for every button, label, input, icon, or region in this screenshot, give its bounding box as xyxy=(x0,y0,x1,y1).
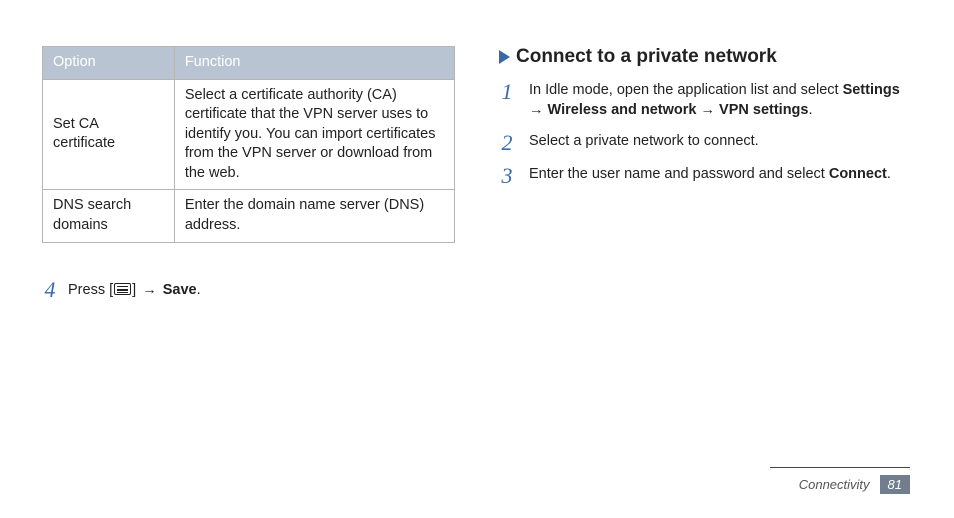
step-body: In Idle mode, open the application list … xyxy=(529,80,912,121)
table-row: DNS search domains Enter the domain name… xyxy=(43,190,455,242)
text: . xyxy=(197,282,201,298)
section-name: Connectivity xyxy=(799,477,870,492)
bold-text: Wireless and network xyxy=(548,102,697,118)
bold-text: Connect xyxy=(829,166,887,182)
table-header-row: Option Function xyxy=(43,47,455,80)
step-body: Select a private network to connect. xyxy=(529,131,912,151)
page-footer: Connectivity 81 xyxy=(799,475,910,494)
options-table: Option Function Set CA certificate Selec… xyxy=(42,46,455,243)
step-4: 4 Press [] → Save. xyxy=(42,279,455,301)
th-option: Option xyxy=(43,47,175,80)
arrow-text: → xyxy=(529,102,548,118)
th-function: Function xyxy=(174,47,454,80)
left-column: Option Function Set CA certificate Selec… xyxy=(42,46,455,301)
step-3: 3 Enter the user name and password and s… xyxy=(499,164,912,187)
bold-text: VPN settings xyxy=(719,102,808,118)
text: ] xyxy=(132,282,140,298)
text: Select a private network to connect. xyxy=(529,133,759,149)
text: In Idle mode, open the application list … xyxy=(529,82,843,98)
step-body: Enter the user name and password and sel… xyxy=(529,164,912,184)
step-body: Press [] → Save. xyxy=(68,279,455,301)
step-number: 3 xyxy=(499,165,515,187)
arrow-text: → xyxy=(696,102,719,118)
heading-text: Connect to a private network xyxy=(516,46,777,68)
section-heading: Connect to a private network xyxy=(499,46,912,68)
step-2: 2 Select a private network to connect. xyxy=(499,131,912,154)
text: Press [ xyxy=(68,282,113,298)
arrow-icon: → xyxy=(142,282,157,298)
step-number: 2 xyxy=(499,132,515,154)
cell-option: DNS search domains xyxy=(43,190,175,242)
cell-function: Select a certificate authority (CA) cert… xyxy=(174,79,454,190)
cell-function: Enter the domain name server (DNS) addre… xyxy=(174,190,454,242)
right-column: Connect to a private network 1 In Idle m… xyxy=(499,46,912,301)
step-number: 1 xyxy=(499,81,515,103)
text: . xyxy=(808,102,812,118)
footer-divider xyxy=(770,467,910,468)
table-row: Set CA certificate Select a certificate … xyxy=(43,79,455,190)
page-number: 81 xyxy=(880,475,910,494)
step-number: 4 xyxy=(42,279,58,301)
save-label: Save xyxy=(163,282,197,298)
step-1: 1 In Idle mode, open the application lis… xyxy=(499,80,912,121)
text: . xyxy=(887,166,891,182)
bold-text: Settings xyxy=(843,82,900,98)
page-content: Option Function Set CA certificate Selec… xyxy=(0,0,954,301)
menu-icon xyxy=(114,283,131,295)
chevron-right-icon xyxy=(499,50,510,64)
cell-option: Set CA certificate xyxy=(43,79,175,190)
text: Enter the user name and password and sel… xyxy=(529,166,829,182)
